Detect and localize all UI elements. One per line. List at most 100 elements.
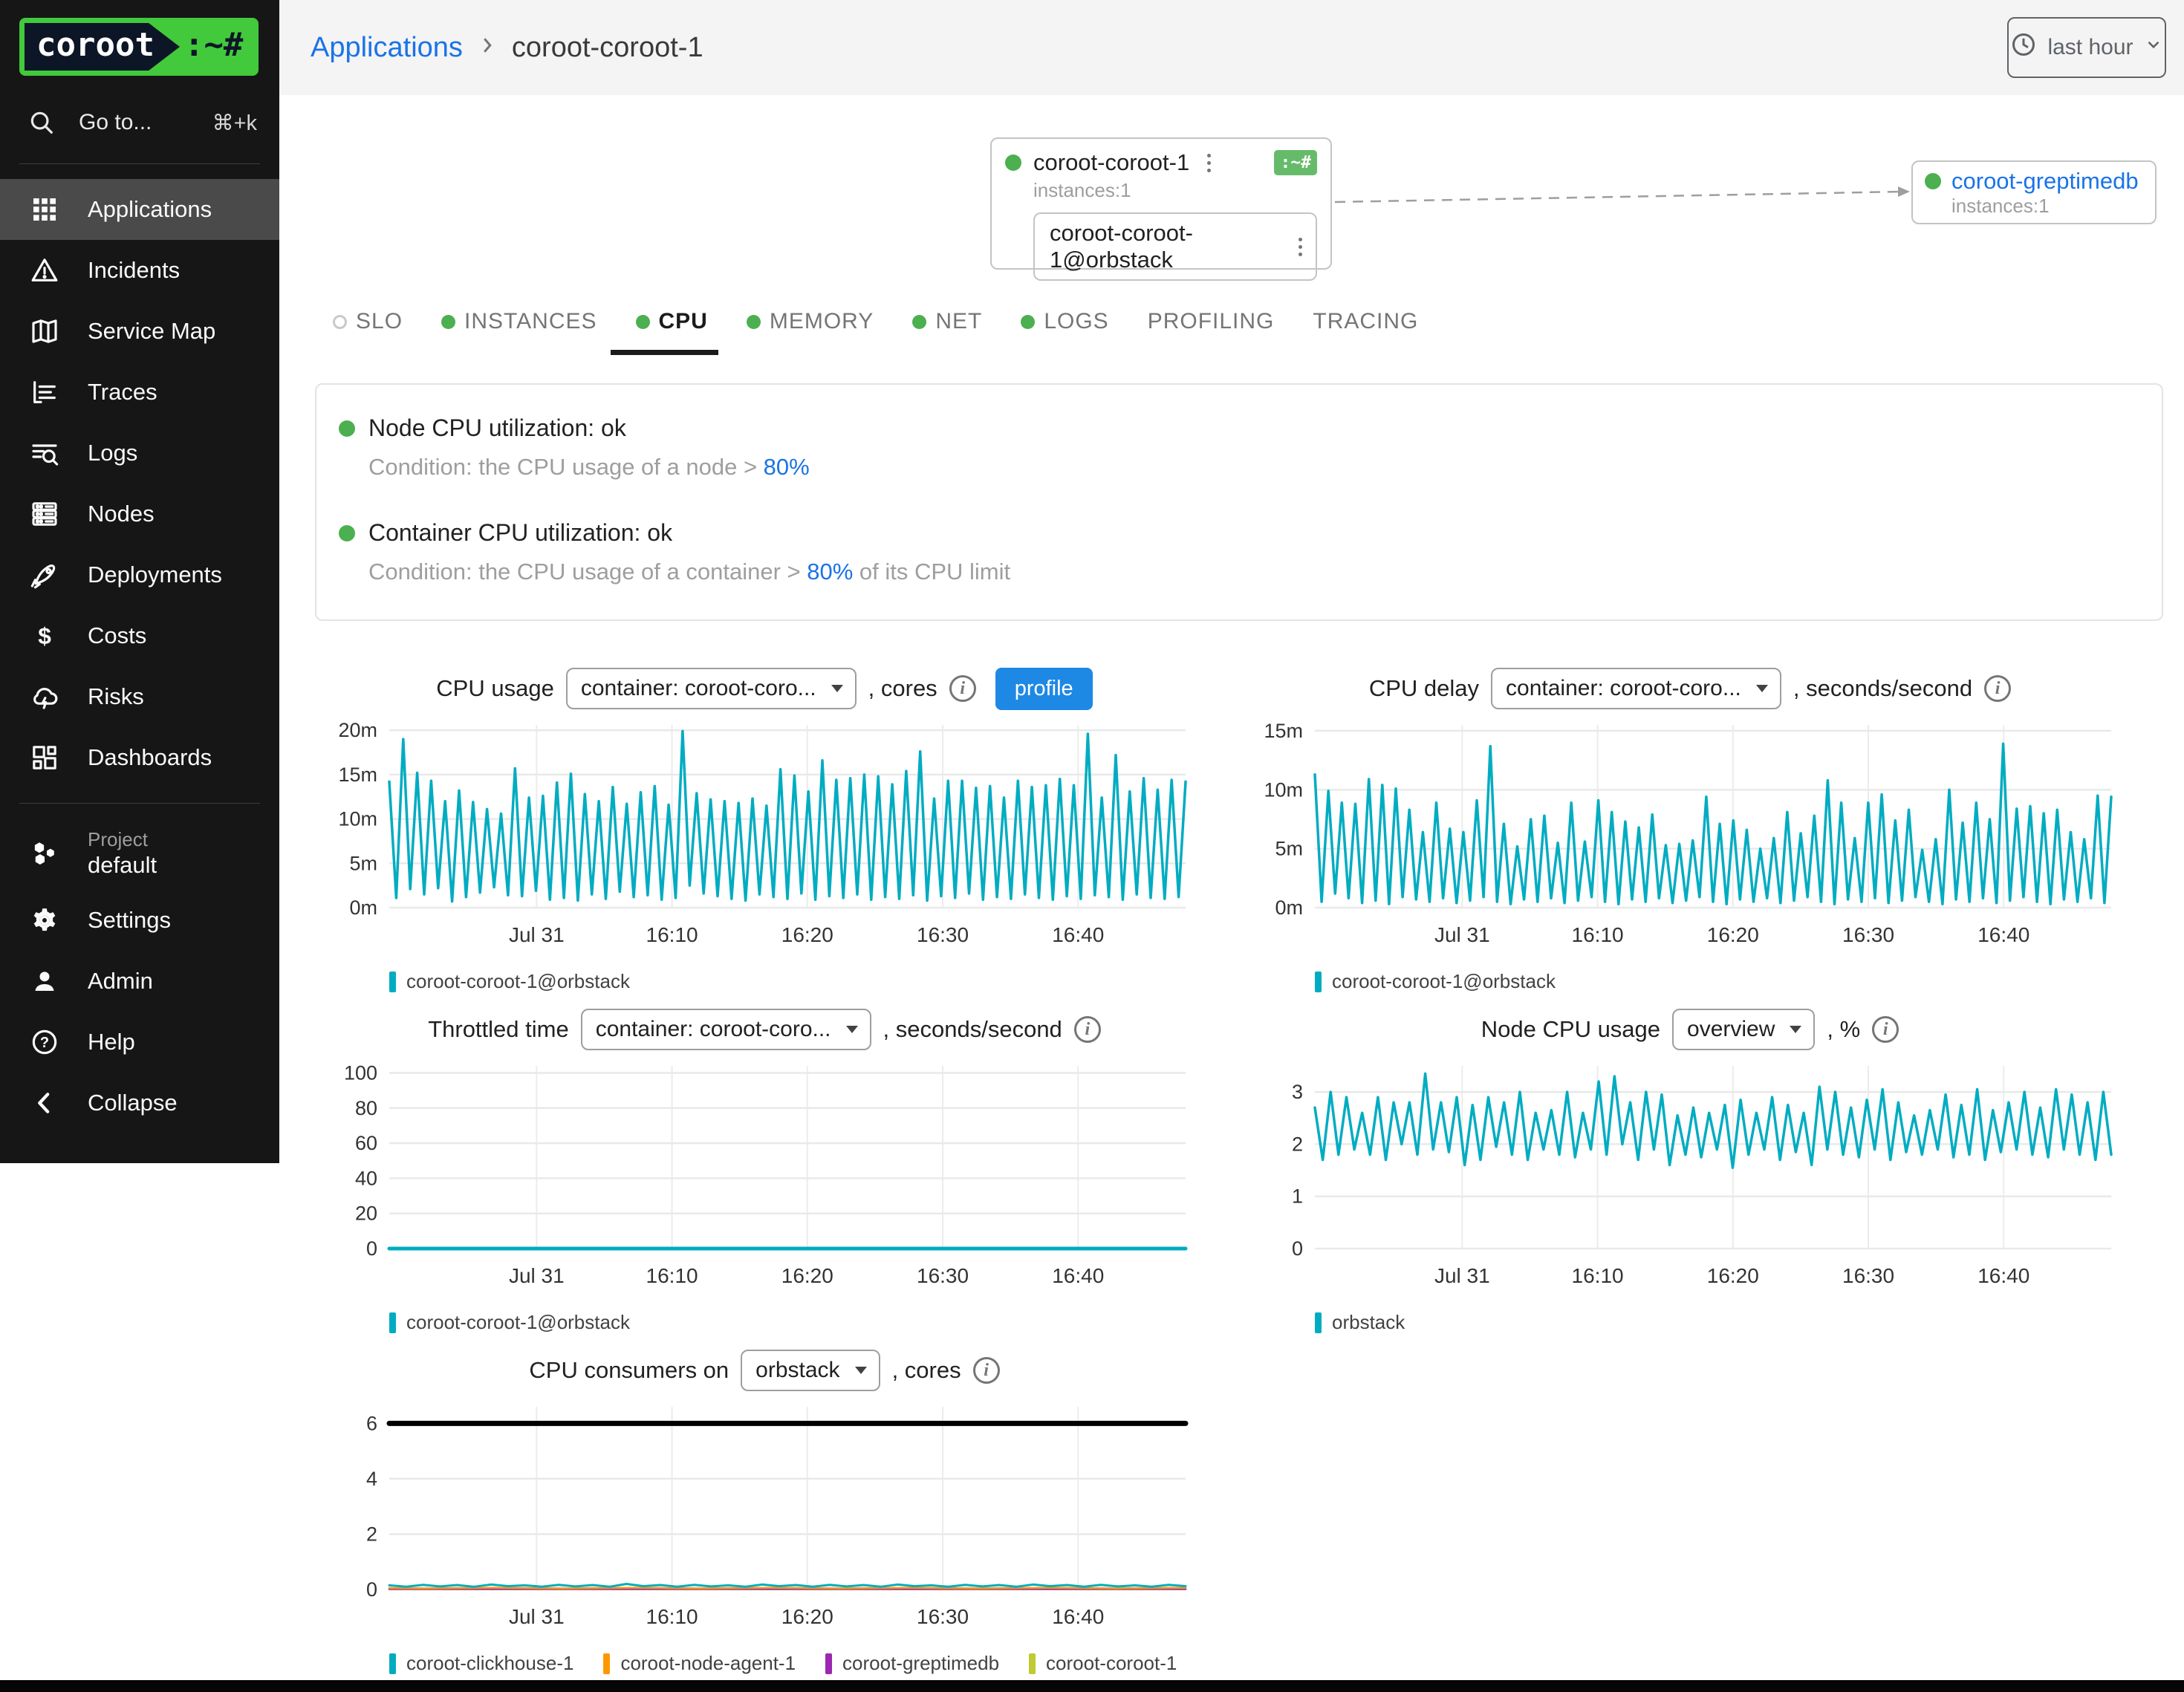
svg-text:16:10: 16:10 [646,923,698,946]
sidebar-item-traces[interactable]: Traces [0,362,279,423]
chart-title: CPU usage [436,675,554,702]
chart-scope-value: orbstack [755,1358,839,1383]
chart-plot[interactable]: Jul 3116:1016:2016:3016:400246 [315,1395,1192,1640]
info-icon[interactable]: i [1074,1016,1101,1043]
tab-logs[interactable]: LOGS [1021,309,1108,337]
legend-item[interactable]: coroot-coroot-1@orbstack [1315,970,1556,993]
sidebar-item-risks[interactable]: Risks [0,666,279,727]
breadcrumb-applications-link[interactable]: Applications [311,32,463,64]
sidebar-item-costs[interactable]: $Costs [0,605,279,666]
project-label: Project [88,829,157,851]
sidebar-item-settings[interactable]: Settings [0,890,279,951]
info-icon[interactable]: i [973,1357,1000,1384]
tab-memory[interactable]: MEMORY [747,309,874,337]
svg-text:Jul 31: Jul 31 [509,1605,565,1628]
kebab-menu-icon[interactable] [1201,151,1217,175]
traces-icon [28,377,61,407]
coroot-logo[interactable]: coroot :~# [19,18,259,76]
chart-scope-select[interactable]: container: coroot-coro... [581,1009,871,1050]
chart-title: Throttled time [428,1016,569,1043]
tab-profiling[interactable]: PROFILING [1148,309,1275,337]
check-title: Container CPU utilization: ok [368,519,672,547]
sidebar-item-dashboards[interactable]: Dashboards [0,727,279,788]
sidebar-item-nodes[interactable]: Nodes [0,484,279,544]
checks-panel: Node CPU utilization: ok Condition: the … [315,383,2163,621]
tab-cpu[interactable]: CPU [636,309,708,337]
sidebar-item-service-map[interactable]: Service Map [0,301,279,362]
svg-text:16:40: 16:40 [1052,1605,1104,1628]
sidebar-item-logs[interactable]: Logs [0,423,279,484]
sidebar-item-deployments[interactable]: Deployments [0,544,279,605]
top-bar: Applications coroot-coroot-1 last hour [279,0,2184,95]
tab-instances[interactable]: INSTANCES [441,309,597,337]
chart-scope-select[interactable]: container: coroot-coro... [566,668,857,709]
chart-plot[interactable]: Jul 3116:1016:2016:3016:40020406080100 [315,1054,1192,1299]
svg-text:20: 20 [355,1203,377,1225]
legend-item[interactable]: coroot-coroot-1@orbstack [389,1311,630,1334]
profile-button[interactable]: profile [995,668,1093,710]
chart-scope-select[interactable]: orbstack [741,1350,880,1391]
chart-scope-value: overview [1687,1017,1775,1042]
info-icon[interactable]: i [1984,675,2011,702]
chart-unit: , cores [892,1357,961,1384]
instance-box[interactable]: coroot-coroot-1@orbstack [1033,212,1317,281]
status-dot-green [912,315,926,329]
chart-unit: , % [1827,1016,1860,1043]
check-threshold[interactable]: 80% [764,454,810,480]
sidebar-item-label: Traces [88,379,157,406]
info-icon[interactable]: i [949,675,976,702]
sidebar-item-admin[interactable]: Admin [0,951,279,1012]
chart-unit: , seconds/second [1793,675,1972,702]
svg-text:0m: 0m [349,897,377,919]
chart-scope-value: container: coroot-coro... [581,676,816,701]
legend-item[interactable]: coroot-coroot-1@orbstack [389,970,630,993]
chart-scope-select[interactable]: overview [1672,1009,1815,1050]
svg-text:2: 2 [1292,1133,1303,1155]
sidebar-divider [19,163,260,164]
tab-tracing[interactable]: TRACING [1313,309,1418,337]
app-node-card[interactable]: coroot-coroot-1 :~# instances:1 coroot-c… [990,137,1332,270]
sidebar-item-incidents[interactable]: Incidents [0,240,279,301]
legend-item[interactable]: orbstack [1315,1311,1405,1334]
svg-text:16:10: 16:10 [1572,923,1624,946]
svg-text:Jul 31: Jul 31 [1434,1264,1490,1287]
svg-text:40: 40 [355,1167,377,1189]
sidebar-item-applications[interactable]: Applications [0,179,279,240]
svg-text:20m: 20m [338,719,377,741]
dependency-name[interactable]: coroot-greptimedb [1951,168,2139,195]
dependency-node-card[interactable]: coroot-greptimedb instances:1 [1911,160,2157,224]
chart-plot[interactable]: Jul 3116:1016:2016:3016:400123 [1241,1054,2117,1299]
caret-down-icon [1790,1026,1801,1033]
chart-plot[interactable]: Jul 3116:1016:2016:3016:400m5m10m15m [1241,713,2117,958]
sidebar-item-project[interactable]: Project default [0,819,279,890]
chevron-right-icon [476,32,498,64]
svg-text:6: 6 [366,1412,377,1434]
legend-item[interactable]: coroot-coroot-1 [1029,1652,1177,1675]
legend-item[interactable]: coroot-node-agent-1 [603,1652,796,1675]
status-dot-green [1925,173,1941,189]
time-range-picker[interactable]: last hour [2007,17,2166,78]
chart-unit: , cores [868,675,937,702]
status-dot-green [339,525,355,541]
svg-text:2: 2 [366,1523,377,1545]
logs-search-icon [28,438,61,468]
tab-net[interactable]: NET [912,309,982,337]
check-threshold[interactable]: 80% [807,559,853,585]
svg-text:10m: 10m [1264,778,1303,801]
kebab-menu-icon[interactable] [1293,235,1308,259]
terminal-badge[interactable]: :~# [1274,150,1317,175]
chart-scope-select[interactable]: container: coroot-coro... [1491,668,1781,709]
info-icon[interactable]: i [1872,1016,1899,1043]
sidebar-item-collapse[interactable]: Collapse [0,1073,279,1133]
svg-text:16:30: 16:30 [1842,923,1894,946]
chart-cpu-usage: CPU usage container: coroot-coro... , core… [315,664,1214,993]
legend-item[interactable]: coroot-greptimedb [825,1652,999,1675]
legend-item[interactable]: coroot-clickhouse-1 [389,1652,573,1675]
sidebar-item-help[interactable]: ?Help [0,1012,279,1073]
goto-search[interactable]: Go to... ⌘+k [0,97,279,149]
sidebar-item-label: Applications [88,196,212,223]
svg-text:16:40: 16:40 [1052,1264,1104,1287]
chart-plot[interactable]: Jul 3116:1016:2016:3016:400m5m10m15m20m [315,713,1192,958]
check-item: Container CPU utilization: ok Condition:… [339,519,2139,585]
tab-slo[interactable]: SLO [333,309,403,337]
